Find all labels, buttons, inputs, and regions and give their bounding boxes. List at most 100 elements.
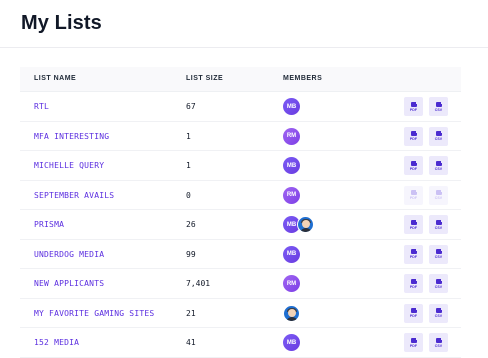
members-group: MB <box>283 98 300 115</box>
list-name-link[interactable]: UNDERDOG MEDIA <box>34 250 104 259</box>
pdf-label: PDF <box>409 343 418 348</box>
list-name-link[interactable]: PRISMA <box>34 220 64 229</box>
members-group <box>283 304 300 322</box>
member-avatar[interactable]: RM <box>283 186 300 204</box>
list-name-link[interactable]: MFA INTERESTING <box>34 132 109 141</box>
download-pdf-button[interactable]: PDF <box>404 333 423 352</box>
table-row[interactable]: MICHELLE QUERY 1 MB PDF CSV <box>20 151 461 181</box>
list-size: 7,401 <box>186 279 211 288</box>
pdf-label: PDF <box>409 107 418 112</box>
list-size: 41 <box>186 338 196 347</box>
avatar-face <box>288 308 296 317</box>
download-csv-button[interactable]: CSV <box>429 215 448 234</box>
table-row[interactable]: PRISMA 26 MB PDF CSV <box>20 210 461 240</box>
list-size: 1 <box>186 161 191 170</box>
member-avatar[interactable]: MB <box>283 334 300 351</box>
member-photo-avatar[interactable] <box>297 216 314 233</box>
member-avatar[interactable]: RM <box>283 127 300 145</box>
csv-file-icon <box>435 219 443 225</box>
download-csv-button[interactable]: CSV <box>429 156 448 175</box>
pdf-file-icon <box>410 190 418 195</box>
csv-label: CSV <box>434 314 443 318</box>
avatar-face <box>302 220 310 228</box>
pdf-file-icon <box>410 101 418 107</box>
list-size: 0 <box>186 190 191 200</box>
lists-table: LIST NAME LIST SIZE MEMBERS RTL 67 MB PDF CS… <box>20 67 461 358</box>
csv-label: CSV <box>434 343 443 348</box>
header-divider <box>0 47 488 48</box>
list-name-link[interactable]: 152 MEDIA <box>34 338 79 347</box>
download-pdf-button[interactable]: PDF <box>404 126 423 146</box>
member-avatar[interactable]: MB <box>283 98 300 115</box>
list-size: 99 <box>186 249 196 259</box>
list-name-link[interactable]: RTL <box>34 102 49 111</box>
member-avatar[interactable]: MB <box>283 157 300 174</box>
csv-file-icon <box>435 249 443 254</box>
export-actions: PDF CSV <box>404 126 454 146</box>
member-photo-avatar[interactable] <box>283 304 300 322</box>
download-pdf-button[interactable]: PDF <box>404 185 423 205</box>
download-pdf-button[interactable]: PDF <box>404 97 423 116</box>
pdf-label: PDF <box>409 314 418 318</box>
avatar-torso <box>286 316 298 321</box>
column-header-list-size[interactable]: LIST SIZE <box>186 75 223 82</box>
list-name-link[interactable]: SEPTEMBER AVAILS <box>34 191 114 200</box>
list-name-link[interactable]: MY FAVORITE GAMING SITES <box>34 309 154 318</box>
csv-file-icon <box>435 101 443 107</box>
download-csv-button[interactable]: CSV <box>429 303 448 323</box>
pdf-file-icon <box>410 308 418 313</box>
download-pdf-button[interactable]: PDF <box>404 244 423 264</box>
csv-label: CSV <box>434 166 443 171</box>
download-pdf-button[interactable]: PDF <box>404 215 423 234</box>
csv-file-icon <box>435 337 443 343</box>
table-row[interactable]: UNDERDOG MEDIA 99 MB PDF CSV <box>20 240 461 269</box>
export-actions: PDF CSV <box>404 215 454 234</box>
list-name-link[interactable]: MICHELLE QUERY <box>34 161 104 170</box>
export-actions: PDF CSV <box>404 156 454 175</box>
download-csv-button[interactable]: CSV <box>429 274 448 293</box>
download-csv-button[interactable]: CSV <box>429 185 448 205</box>
download-csv-button[interactable]: CSV <box>429 244 448 264</box>
csv-label: CSV <box>434 196 443 200</box>
avatar-torso <box>300 228 312 232</box>
export-actions: PDF CSV <box>404 333 454 352</box>
table-row[interactable]: RTL 67 MB PDF CSV <box>20 92 461 122</box>
table-row[interactable]: SEPTEMBER AVAILS 0 RM PDF CSV <box>20 181 461 210</box>
pdf-label: PDF <box>409 137 418 141</box>
download-pdf-button[interactable]: PDF <box>404 156 423 175</box>
export-actions: PDF CSV <box>404 244 454 264</box>
pdf-label: PDF <box>409 196 418 200</box>
column-header-list-name[interactable]: LIST NAME <box>34 75 76 82</box>
pdf-label: PDF <box>409 225 418 230</box>
list-size: 21 <box>186 308 196 318</box>
export-actions: PDF CSV <box>404 303 454 323</box>
table-row[interactable]: MFA INTERESTING 1 RM PDF CSV <box>20 122 461 151</box>
pdf-label: PDF <box>409 255 418 259</box>
pdf-file-icon <box>410 337 418 343</box>
table-row[interactable]: MY FAVORITE GAMING SITES 21 PDF CSV <box>20 299 461 328</box>
table-row[interactable]: 152 MEDIA 41 MB PDF CSV <box>20 328 461 358</box>
pdf-file-icon <box>410 131 418 136</box>
member-avatar[interactable]: RM <box>283 275 300 292</box>
csv-label: CSV <box>434 137 443 141</box>
csv-file-icon <box>435 131 443 136</box>
page-title: My Lists <box>21 12 102 34</box>
list-name-link[interactable]: NEW APPLICANTS <box>34 279 104 288</box>
column-header-members: MEMBERS <box>283 75 323 82</box>
pdf-label: PDF <box>409 284 418 289</box>
export-actions: PDF CSV <box>404 274 454 293</box>
export-actions: PDF CSV <box>404 185 454 205</box>
csv-file-icon <box>435 308 443 313</box>
pdf-file-icon <box>410 249 418 254</box>
table-row[interactable]: NEW APPLICANTS 7,401 RM PDF CSV <box>20 269 461 299</box>
download-csv-button[interactable]: CSV <box>429 126 448 146</box>
download-csv-button[interactable]: CSV <box>429 97 448 116</box>
table-header: LIST NAME LIST SIZE MEMBERS <box>20 67 461 92</box>
download-pdf-button[interactable]: PDF <box>404 274 423 293</box>
member-avatar[interactable]: MB <box>283 245 300 263</box>
list-size: 1 <box>186 131 191 141</box>
csv-file-icon <box>435 278 443 284</box>
download-pdf-button[interactable]: PDF <box>404 303 423 323</box>
pdf-label: PDF <box>409 166 418 171</box>
download-csv-button[interactable]: CSV <box>429 333 448 352</box>
